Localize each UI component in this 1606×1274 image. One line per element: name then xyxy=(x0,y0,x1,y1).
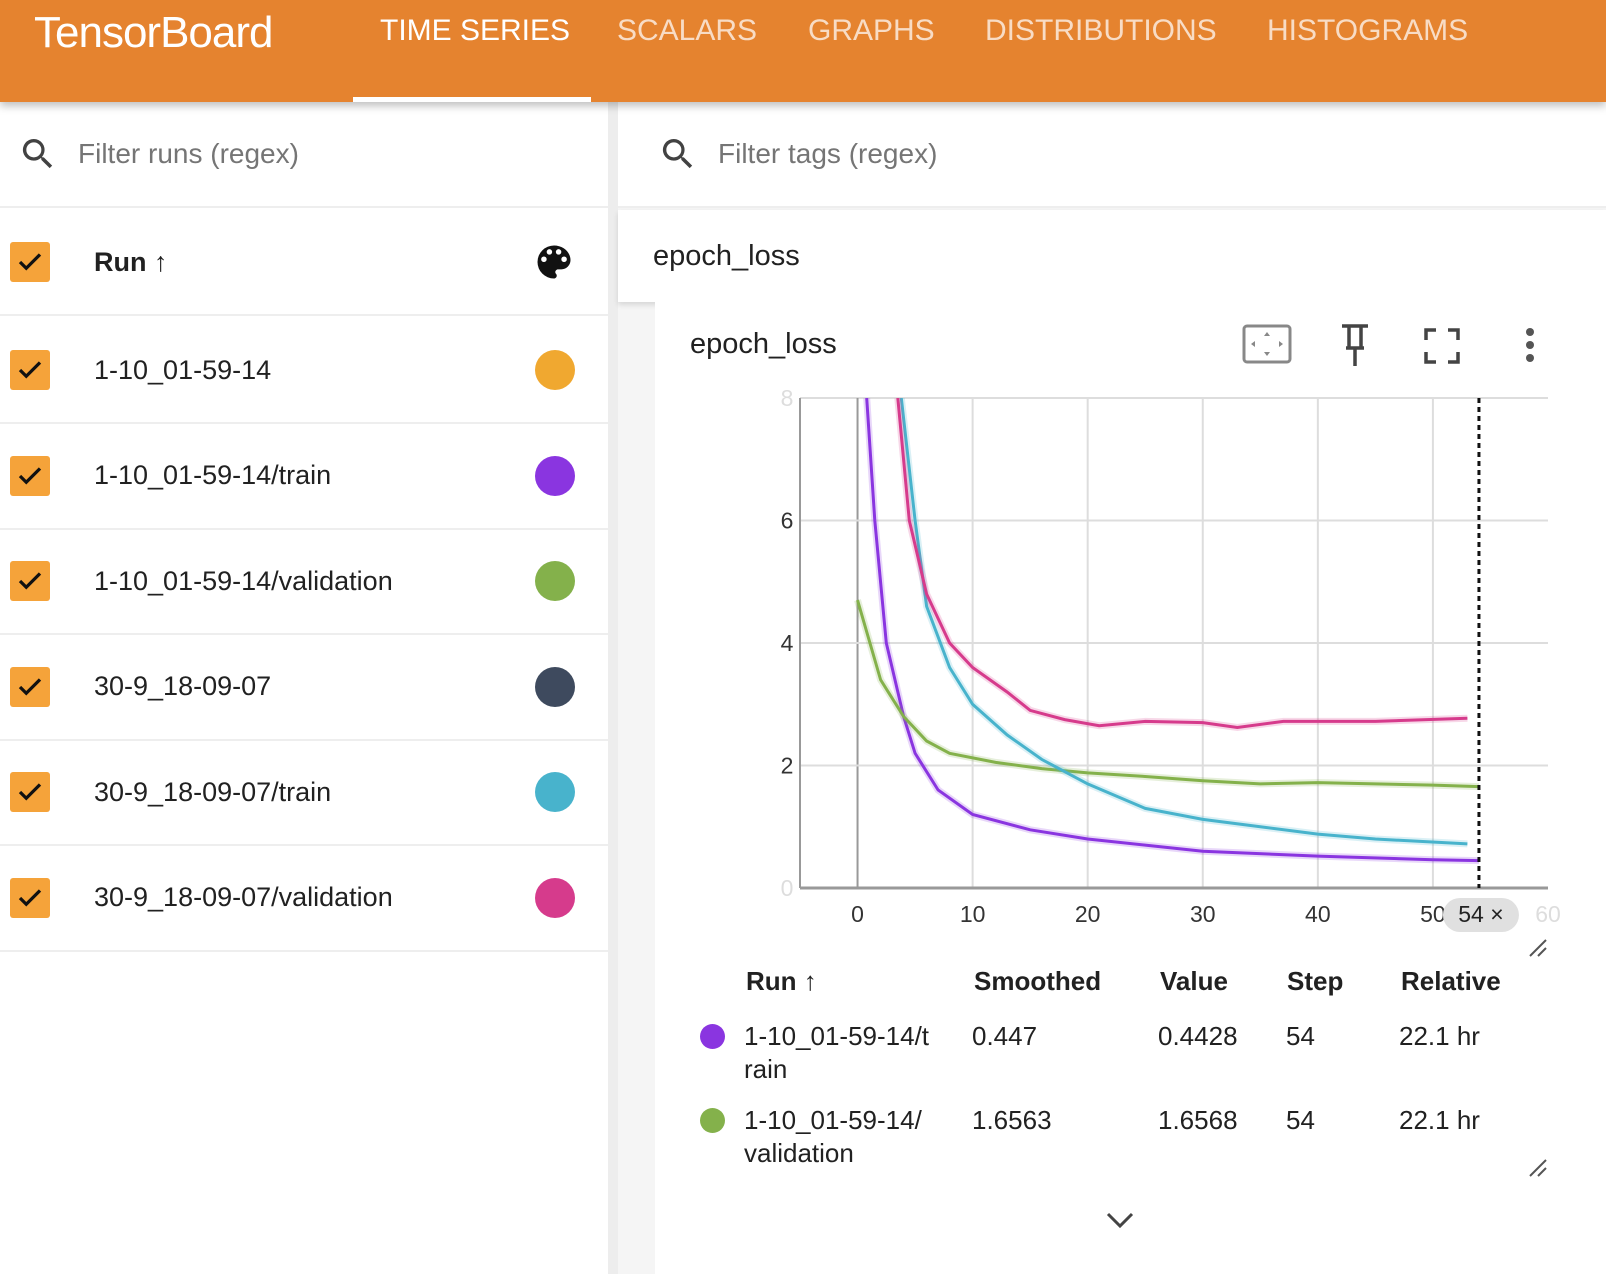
series-line-raw xyxy=(863,398,1480,865)
run-name: 30-9_18-09-07/train xyxy=(94,776,332,807)
tooltip-col-step: Step xyxy=(1287,966,1344,996)
tooltip-relative: 22.1 hr xyxy=(1399,1021,1480,1051)
check-icon xyxy=(18,783,42,801)
series-line-raw xyxy=(894,398,1468,732)
run-sort-header[interactable]: Run ↑ xyxy=(94,247,168,278)
run-name: 1-10_01-59-14/train xyxy=(94,460,332,490)
tooltip-step: 54 xyxy=(1286,1021,1315,1051)
series-line xyxy=(856,599,1480,789)
run-row[interactable]: 1-10_01-59-14/validation xyxy=(0,529,608,635)
run-row[interactable]: 1-10_01-59-14 xyxy=(0,318,608,424)
run-name: 1-10_01-59-14 xyxy=(94,354,272,385)
active-tab-indicator xyxy=(353,97,591,102)
run-color-swatch[interactable] xyxy=(535,666,575,707)
tab-scalars[interactable]: SCALARS xyxy=(617,14,757,48)
search-icon xyxy=(662,139,693,169)
logo: TensorBoard xyxy=(34,8,273,57)
run-name: 30-9_18-09-07 xyxy=(94,671,272,701)
x-tick-label: 50 xyxy=(1420,901,1446,927)
filter-runs-input[interactable]: Filter runs (regex) xyxy=(78,138,299,170)
select-all-checkbox[interactable] xyxy=(10,242,50,282)
series-line-raw xyxy=(854,599,1480,791)
run-checkbox[interactable] xyxy=(10,772,50,812)
runs-header: Run ↑ xyxy=(0,210,608,316)
palette-icon[interactable] xyxy=(532,240,576,284)
run-color-swatch[interactable] xyxy=(535,455,575,496)
x-tick-label: 10 xyxy=(960,901,986,927)
tooltip-relative: 22.1 hr xyxy=(1399,1105,1480,1135)
pin-icon[interactable] xyxy=(1336,322,1374,368)
top-bar: TensorBoard TIME SERIES SCALARS GRAPHS D… xyxy=(0,0,1606,102)
tooltip-value: 0.4428 xyxy=(1158,1021,1238,1051)
chevron-down-icon[interactable] xyxy=(1105,1210,1135,1230)
tag-group-title: epoch_loss xyxy=(653,239,800,272)
fit-domain-icon[interactable] xyxy=(1242,322,1292,366)
run-color-swatch[interactable] xyxy=(535,350,575,390)
tooltip-col-run[interactable]: Run ↑ xyxy=(746,966,817,997)
tab-graphs[interactable]: GRAPHS xyxy=(808,14,935,48)
x-tick-label: 0 xyxy=(851,901,864,927)
tab-time-series[interactable]: TIME SERIES xyxy=(380,14,570,48)
tooltip-run: 1-10_01-59-14/train xyxy=(744,1021,930,1084)
run-checkbox[interactable] xyxy=(10,350,50,390)
run-name: 1-10_01-59-14/validation xyxy=(94,565,393,596)
filter-tags-input[interactable]: Filter tags (regex) xyxy=(718,138,937,170)
x-tick-label: 30 xyxy=(1190,901,1216,927)
run-checkbox[interactable] xyxy=(10,455,50,496)
y-tick-label: 6 xyxy=(781,508,794,534)
tooltip-smoothed: 0.447 xyxy=(972,1021,1038,1051)
tooltip-smoothed: 1.6563 xyxy=(972,1105,1052,1135)
tooltip-run-color xyxy=(700,1108,725,1133)
fullscreen-icon[interactable] xyxy=(1424,328,1460,364)
run-checkbox[interactable] xyxy=(10,877,50,918)
y-tick-label: 8 xyxy=(781,390,794,411)
run-color-swatch[interactable] xyxy=(535,877,575,918)
tooltip-col-value: Value xyxy=(1160,966,1228,996)
check-icon xyxy=(18,466,42,485)
card-title: epoch_loss xyxy=(690,328,837,360)
check-icon xyxy=(18,888,42,907)
step-cursor-label: 54 × xyxy=(1458,901,1503,927)
run-color-swatch[interactable] xyxy=(535,772,575,812)
more-vert-icon[interactable] xyxy=(1520,326,1540,366)
tab-distributions[interactable]: DISTRIBUTIONS xyxy=(985,14,1217,48)
tab-histograms[interactable]: HISTOGRAMS xyxy=(1267,14,1468,48)
run-row[interactable]: 30-9_18-09-07 xyxy=(0,635,608,741)
y-tick-label: 4 xyxy=(781,630,794,656)
x-tick-label: 40 xyxy=(1305,901,1331,927)
y-tick-label: 2 xyxy=(781,753,794,779)
tooltip-run-color xyxy=(700,1024,725,1049)
run-name: 30-9_18-09-07/validation xyxy=(94,882,393,912)
run-color-swatch[interactable] xyxy=(535,561,575,601)
check-icon xyxy=(18,361,42,379)
tooltip-col-smoothed: Smoothed xyxy=(974,966,1102,996)
tooltip-col-relative: Relative xyxy=(1401,966,1501,996)
filter-runs[interactable]: Filter runs (regex) xyxy=(0,102,608,208)
check-icon xyxy=(18,677,42,696)
tooltip-run: 1-10_01-59-14/validation xyxy=(744,1105,922,1168)
resize-handle-icon[interactable] xyxy=(1528,938,1548,958)
x-tick-label: 60 xyxy=(1535,901,1561,927)
check-icon xyxy=(18,253,42,271)
search-icon xyxy=(22,139,53,169)
filter-tags[interactable]: Filter tags (regex) xyxy=(618,102,1606,208)
line-chart[interactable]: 0 10 20 30 40 50 60 0 2 4 6 8 54 × xyxy=(760,390,1606,950)
run-row[interactable]: 30-9_18-09-07/validation xyxy=(0,846,608,952)
run-row[interactable]: 1-10_01-59-14/train xyxy=(0,424,608,530)
tooltip-value: 1.6568 xyxy=(1158,1105,1238,1135)
tag-group-header[interactable]: epoch_loss xyxy=(618,210,1606,302)
series-line xyxy=(865,398,1480,863)
run-checkbox[interactable] xyxy=(10,561,50,601)
x-tick-label: 20 xyxy=(1075,901,1101,927)
resize-handle-icon[interactable] xyxy=(1528,1158,1548,1178)
check-icon xyxy=(18,572,42,590)
run-row[interactable]: 30-9_18-09-07/train xyxy=(0,740,608,846)
tooltip-step: 54 xyxy=(1286,1105,1315,1135)
run-checkbox[interactable] xyxy=(10,666,50,707)
y-tick-label: 0 xyxy=(781,875,794,901)
panel-divider[interactable] xyxy=(608,102,618,1274)
